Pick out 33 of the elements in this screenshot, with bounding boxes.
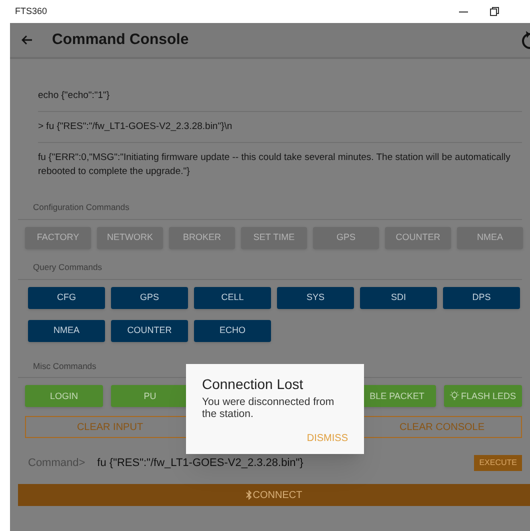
console-line: fu {"ERR":0,"MSG":"Initiating firmware update -- this could take several minutes. The station will be automatically rebooted to complete the upgrade."} (38, 151, 512, 179)
command-button[interactable]: GPS (111, 286, 188, 308)
command-button[interactable]: SDI (360, 286, 437, 308)
console-line: echo {"echo":"1"} (38, 81, 522, 112)
execute-button[interactable]: EXECUTE (474, 455, 522, 472)
command-button[interactable]: SYS (277, 286, 354, 308)
window-title: FTS360 (15, 4, 48, 18)
dialog-message: You were disconnected from the station. (202, 396, 336, 420)
command-input[interactable]: fu {"RES":"/fw_LT1-GOES-V2_2.3.28.bin"} (97, 455, 304, 472)
command-button[interactable]: LOGIN (25, 385, 103, 408)
command-button[interactable]: DPS (443, 286, 520, 308)
section-label: Misc Commands (33, 360, 96, 370)
refresh-icon[interactable] (521, 30, 530, 50)
command-button[interactable]: PU (111, 385, 189, 408)
minimize-icon[interactable] (459, 10, 468, 12)
section-label: Configuration Commands (33, 202, 130, 212)
command-button[interactable]: FLASH LEDS (444, 385, 522, 408)
command-button[interactable]: CFG (28, 286, 105, 308)
dismiss-button[interactable]: DISMISS (306, 431, 348, 446)
command-button[interactable]: ECHO (194, 320, 271, 342)
lightbulb-icon (450, 391, 459, 402)
command-button[interactable]: COUNTER (111, 320, 188, 342)
clear-console-button[interactable]: CLEAR CONSOLE (362, 416, 522, 438)
back-arrow-icon[interactable] (21, 35, 33, 45)
dialog-title: Connection Lost (202, 375, 304, 394)
command-button[interactable]: CELL (194, 286, 271, 308)
bluetooth-icon (246, 490, 252, 500)
section-label: Query Commands (33, 262, 102, 272)
command-button[interactable]: NMEA (28, 320, 105, 342)
restore-icon[interactable] (490, 7, 499, 16)
page-title: Command Console (52, 30, 189, 50)
connect-button[interactable]: CONNECT (18, 484, 530, 506)
console-line: > fu {"RES":"/fw_LT1-GOES-V2_2.3.28.bin"}\n (38, 112, 522, 143)
